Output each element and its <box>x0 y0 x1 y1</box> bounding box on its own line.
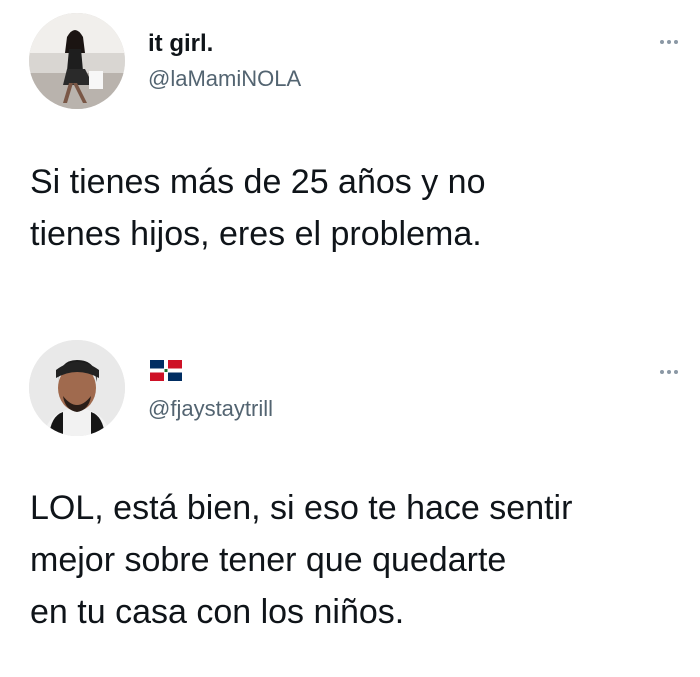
profile-photo-woman-icon <box>29 13 125 109</box>
tweet-original[interactable]: it girl. @laMamiNOLA Si tienes más de 25… <box>0 0 700 330</box>
tweet-text: LOL, está bien, si eso te hace sentir me… <box>30 489 573 631</box>
profile-photo-man-icon <box>29 340 125 436</box>
tweet-text: Si tienes más de 25 años y no tienes hij… <box>30 163 486 253</box>
user-handle[interactable]: @fjaystaytrill <box>148 396 273 422</box>
user-handle[interactable]: @laMamiNOLA <box>148 66 301 92</box>
avatar[interactable] <box>29 340 125 436</box>
display-name[interactable]: it girl. <box>148 30 213 58</box>
ellipsis-icon[interactable] <box>660 370 686 378</box>
avatar[interactable] <box>29 13 125 109</box>
ellipsis-icon[interactable] <box>660 40 686 48</box>
tweet-reply[interactable]: @fjaystaytrill LOL, está bien, si eso te… <box>0 330 700 677</box>
dominican-republic-flag-icon <box>150 360 182 381</box>
